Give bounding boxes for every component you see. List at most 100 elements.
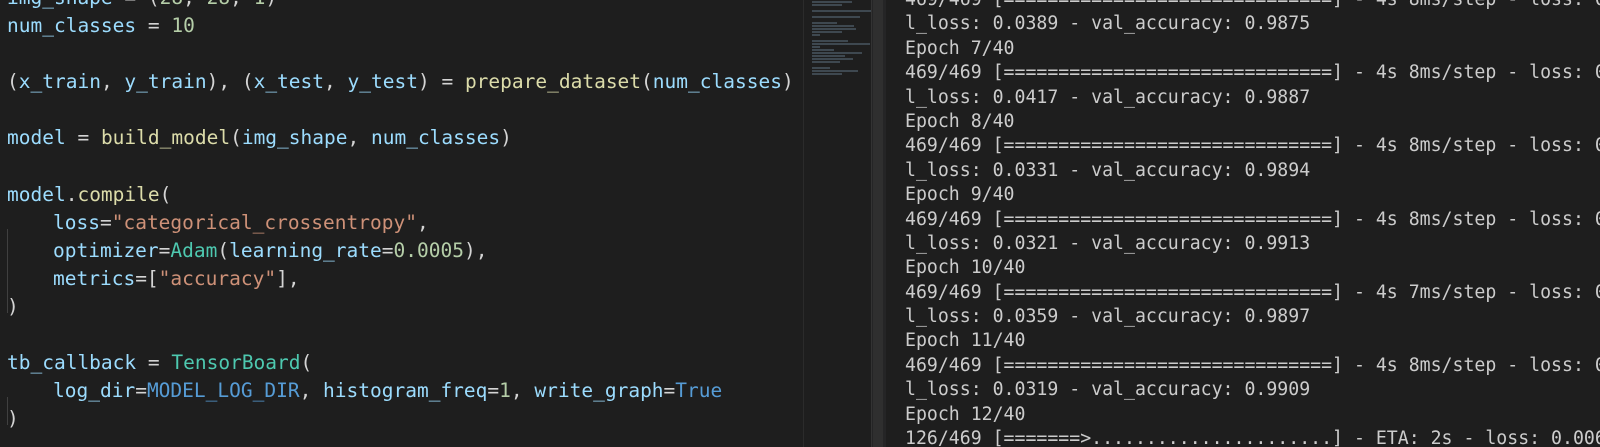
code-token: , — [100, 70, 125, 94]
code-token: 28 — [160, 0, 183, 9]
code-token: ) — [7, 295, 19, 319]
code-token: model — [7, 126, 66, 150]
code-token: x_train — [18, 70, 101, 94]
code-token: histogram_freq — [323, 379, 488, 403]
minimap-line — [812, 55, 845, 57]
code-line[interactable]: model = build_model(img_shape, num_class… — [7, 124, 794, 152]
minimap-line — [812, 73, 842, 75]
minimap-line — [812, 49, 834, 51]
minimap-line — [812, 28, 856, 30]
code-token: ) — [7, 407, 19, 431]
code-token: model — [7, 182, 66, 206]
output-line: 126/469 [=======>......................]… — [905, 428, 1600, 447]
code-line[interactable] — [7, 153, 794, 181]
code-token: 1 — [254, 0, 266, 9]
code-token: , — [324, 70, 348, 94]
code-line[interactable]: model.compile( — [7, 181, 794, 209]
code-line[interactable]: tb_callback = TensorBoard( — [7, 349, 794, 377]
code-token: = — [99, 210, 112, 234]
code-line[interactable]: loss="categorical_crossentropy", — [7, 209, 794, 257]
code-token: num_classes — [7, 14, 137, 38]
code-token: = — [487, 379, 500, 403]
code-token: log_dir — [53, 379, 136, 403]
code-token: num_classes — [370, 126, 501, 150]
code-token: ), — [463, 238, 488, 262]
code-token: TensorBoard — [171, 351, 301, 375]
output-line: l_loss: 0.0331 - val_accuracy: 0.9894 — [905, 159, 1311, 181]
code-line[interactable] — [7, 40, 794, 68]
minimap-line — [812, 34, 820, 36]
code-token: num_classes — [652, 70, 782, 94]
minimap-line — [812, 61, 840, 63]
code-line[interactable] — [7, 321, 794, 349]
code-token: ) = — [417, 70, 465, 94]
workspace: img_shape = (28, 28, 1)num_classes = 10(… — [0, 0, 1600, 447]
code-line[interactable]: optimizer=Adam(learning_rate=0.0005), — [7, 237, 794, 285]
code-token: "accuracy" — [158, 266, 277, 290]
output-line: l_loss: 0.0359 - val_accuracy: 0.9897 — [905, 306, 1311, 328]
code-token: True — [675, 379, 723, 403]
code-token: tb_callback — [7, 351, 137, 375]
code-line[interactable]: (x_train, y_train), (x_test, y_test) = p… — [7, 68, 794, 96]
output-line: l_loss: 0.0319 - val_accuracy: 0.9909 — [905, 379, 1311, 401]
code-token: ) — [500, 126, 512, 150]
code-token: = — [663, 379, 676, 403]
output-line: Epoch 7/40 — [905, 37, 1015, 59]
training-log: 469/469 [==============================]… — [905, 0, 1600, 447]
code-token: ], — [276, 266, 300, 290]
minimap-line — [812, 31, 842, 33]
minimap-line — [812, 1, 852, 3]
code-line[interactable]: ) — [7, 293, 794, 321]
minimap-line — [812, 16, 860, 18]
editor-scrollbar-thumb[interactable] — [873, 0, 883, 447]
code-token: , — [230, 0, 253, 9]
code-line[interactable]: metrics=["accuracy"], — [7, 265, 794, 314]
output-line: Epoch 10/40 — [905, 257, 1026, 279]
output-line: 469/469 [==============================]… — [905, 281, 1600, 303]
output-line: Epoch 11/40 — [905, 330, 1026, 352]
code-token: = — [136, 351, 172, 375]
minimap-line — [812, 46, 820, 48]
minimap-line — [812, 70, 858, 72]
code-token: Adam — [170, 238, 218, 262]
code-token: ), ( — [206, 70, 254, 94]
code-token: ( — [230, 126, 242, 150]
output-line: Epoch 12/40 — [905, 403, 1026, 425]
code-token: metrics — [53, 266, 136, 290]
code-line[interactable]: num_classes = 10 — [7, 12, 794, 40]
minimap-line — [812, 67, 830, 69]
code-token: ( — [641, 70, 653, 94]
code-line[interactable]: img_shape = (28, 28, 1) — [7, 0, 794, 12]
code-token: learning_rate — [229, 238, 382, 262]
code-token: y_test — [347, 70, 418, 94]
code-token: "categorical_crossentropy" — [111, 210, 417, 234]
code-token: y_train — [124, 70, 207, 94]
code-line[interactable]: ) — [7, 405, 794, 433]
code-editor[interactable]: img_shape = (28, 28, 1)num_classes = 10(… — [0, 0, 803, 447]
code-token: = — [158, 238, 171, 262]
code-token: ( — [300, 351, 313, 375]
minimap-line — [812, 43, 870, 45]
code-token: build_model — [100, 126, 231, 150]
code-token: , — [299, 379, 324, 403]
code-lines: img_shape = (28, 28, 1)num_classes = 10(… — [7, 0, 794, 434]
code-token: prepare_dataset — [464, 70, 642, 94]
code-token: loss — [53, 210, 100, 234]
code-token: = ( — [113, 0, 159, 9]
minimap-line — [812, 4, 842, 6]
code-token: = — [135, 379, 147, 403]
code-token: 10 — [171, 14, 195, 38]
code-line[interactable]: log_dir=MODEL_LOG_DIR, histogram_freq=1,… — [7, 377, 794, 426]
code-token: 28 — [207, 0, 230, 9]
code-token: ( — [7, 70, 19, 94]
code-line[interactable] — [7, 96, 794, 124]
output-line: 469/469 [==============================]… — [905, 62, 1600, 84]
code-token: = — [65, 126, 101, 150]
code-token: img_shape — [7, 0, 113, 9]
output-panel[interactable]: 469/469 [==============================]… — [888, 0, 1600, 447]
output-line: Epoch 8/40 — [905, 110, 1015, 132]
code-token: , — [416, 210, 429, 234]
code-token: optimizer — [53, 238, 159, 262]
minimap-line — [812, 58, 853, 60]
output-line: 469/469 [==============================]… — [905, 354, 1600, 376]
